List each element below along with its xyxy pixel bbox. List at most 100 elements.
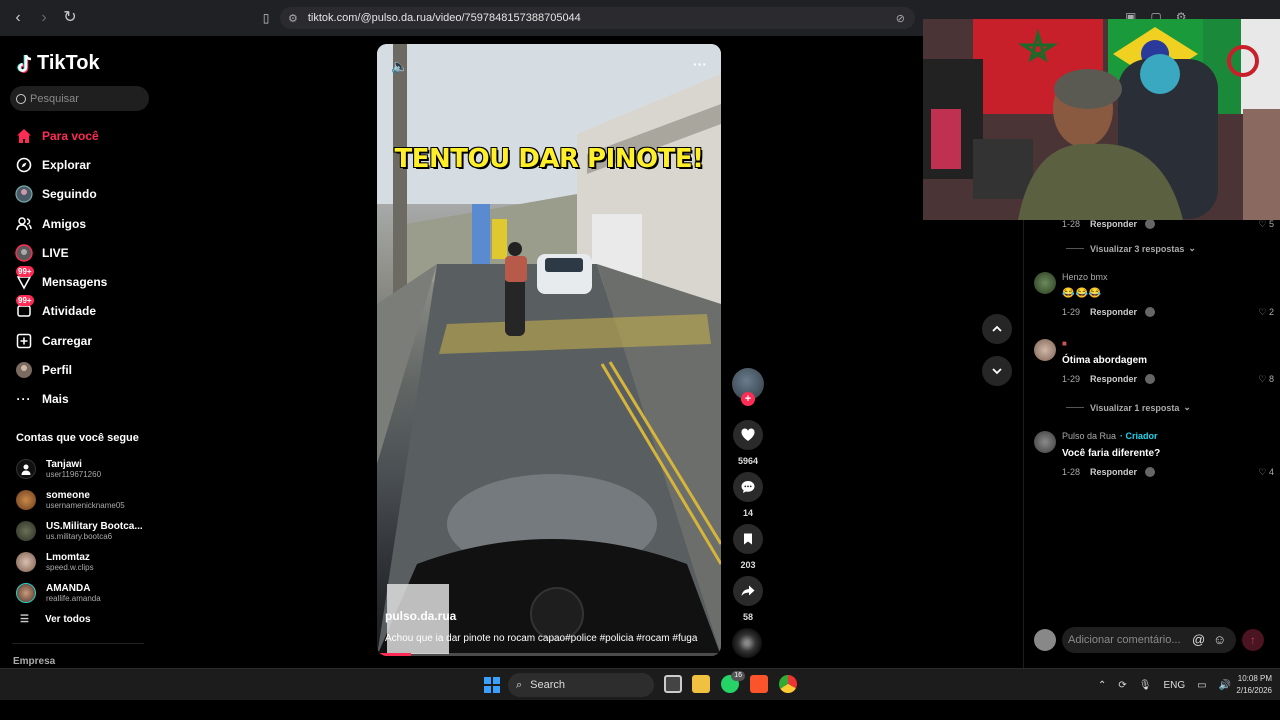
taskbar-search-label: Search bbox=[530, 679, 566, 691]
share-button[interactable] bbox=[733, 576, 763, 606]
comment-meta: 1-29 Responder ♡ 8 bbox=[1062, 373, 1274, 385]
creator-liked-avatar bbox=[1145, 307, 1156, 317]
following-account[interactable]: someone usernamenickname05 bbox=[16, 485, 143, 516]
comment-like-button[interactable]: ♡ 4 bbox=[1258, 467, 1274, 478]
like-button[interactable] bbox=[733, 420, 763, 450]
comment-button[interactable] bbox=[733, 472, 763, 502]
nav-label: Explorar bbox=[42, 157, 91, 172]
comment-composer: @ ☺ ↑ bbox=[1034, 627, 1270, 653]
video-player[interactable]: TENTOU DAR PINOTE! 🔈 ··· pulso.da.rua Ac… bbox=[377, 44, 721, 656]
avatar bbox=[1034, 629, 1056, 651]
view-replies-button[interactable]: Visualizar 1 resposta ⌄ bbox=[1066, 402, 1191, 413]
following-account[interactable]: Tanjawi user119671260 bbox=[16, 454, 143, 485]
comment-like-button[interactable]: ♡ 2 bbox=[1258, 307, 1274, 318]
language-indicator[interactable]: ENG bbox=[1163, 680, 1185, 691]
video-progress-bar[interactable] bbox=[377, 653, 721, 656]
divider bbox=[12, 643, 144, 644]
live-icon bbox=[14, 243, 34, 263]
brave-browser-icon[interactable] bbox=[750, 675, 768, 693]
reload-icon[interactable]: ↻ bbox=[60, 8, 80, 28]
sync-icon[interactable]: ⟳ bbox=[1118, 680, 1126, 691]
taskbar-search[interactable]: ⌕ Search bbox=[508, 673, 654, 697]
comment-count: 14 bbox=[742, 508, 753, 518]
divider bbox=[1066, 407, 1084, 408]
save-action: 203 bbox=[732, 524, 764, 570]
avatar[interactable] bbox=[1034, 431, 1056, 453]
forward-icon[interactable]: › bbox=[34, 8, 54, 28]
monitor-icon[interactable]: ▭ bbox=[1197, 680, 1206, 691]
search-icon bbox=[16, 93, 26, 104]
next-video-button[interactable] bbox=[982, 356, 1012, 386]
nav-seguindo[interactable]: Seguindo bbox=[14, 180, 107, 209]
video-description: Achou que ia dar pinote no rocam capao#p… bbox=[385, 633, 698, 644]
nav-para-voce[interactable]: Para você bbox=[14, 121, 107, 150]
site-info-icon[interactable]: ⚙ bbox=[288, 12, 298, 25]
comment-meta: 1-28 Responder ♡ 4 bbox=[1062, 466, 1274, 478]
whatsapp-badge: 16 bbox=[731, 671, 745, 681]
following-account[interactable]: Lmomtaz speed.w.clips bbox=[16, 546, 143, 577]
chevron-up-icon[interactable]: ⌃ bbox=[1098, 680, 1106, 691]
tiktok-logo[interactable]: TikTok bbox=[16, 52, 100, 75]
send-button[interactable]: ↑ bbox=[1242, 629, 1264, 651]
nav-mensagens[interactable]: 99+ Mensagens bbox=[14, 266, 107, 296]
reply-button[interactable]: Responder bbox=[1090, 219, 1137, 229]
file-explorer-icon[interactable] bbox=[692, 675, 710, 693]
footer-link-empresa[interactable]: Empresa bbox=[13, 656, 55, 667]
no-tracking-icon[interactable]: ⊘ bbox=[896, 12, 905, 25]
nav-label: Mais bbox=[42, 392, 69, 407]
save-button[interactable] bbox=[733, 524, 763, 554]
nav-perfil[interactable]: Perfil bbox=[14, 355, 107, 384]
comment-input[interactable] bbox=[1062, 627, 1236, 653]
comment-like-button[interactable]: ♡ 5 bbox=[1258, 219, 1274, 230]
previous-video-button[interactable] bbox=[982, 314, 1012, 344]
search-box[interactable]: Pesquisar bbox=[10, 86, 149, 111]
follow-plus-icon[interactable]: + bbox=[741, 392, 755, 406]
reply-button[interactable]: Responder bbox=[1090, 307, 1137, 317]
avatar bbox=[16, 551, 36, 572]
following-account[interactable]: AMANDA reallife.amanda bbox=[16, 577, 143, 608]
music-disc[interactable] bbox=[732, 628, 762, 658]
following-account[interactable]: US.Military Bootca... us.military.bootca6 bbox=[16, 516, 143, 547]
bookmark-icon[interactable]: ▯ bbox=[256, 8, 276, 28]
nav-live[interactable]: LIVE bbox=[14, 238, 107, 267]
avatar[interactable] bbox=[1034, 272, 1056, 294]
compass-icon bbox=[14, 155, 34, 175]
comment-username[interactable]: Pulso da Rua · Criador bbox=[1062, 431, 1274, 441]
windows-start-icon[interactable] bbox=[484, 677, 500, 693]
video-author[interactable]: pulso.da.rua bbox=[385, 609, 456, 623]
chevron-up-icon bbox=[992, 325, 1002, 332]
task-view-icon[interactable] bbox=[664, 675, 682, 693]
back-icon[interactable]: ‹ bbox=[8, 8, 28, 28]
see-all-label: Ver todos bbox=[44, 614, 91, 625]
mention-icon[interactable]: @ bbox=[1192, 632, 1205, 647]
view-replies-button[interactable]: Visualizar 3 respostas ⌄ bbox=[1066, 243, 1196, 254]
comment-like-button[interactable]: ♡ 8 bbox=[1258, 374, 1274, 385]
nav-mais[interactable]: ··· Mais bbox=[14, 385, 107, 414]
see-all-button[interactable]: ☰ Ver todos bbox=[20, 614, 91, 625]
nav-carregar[interactable]: Carregar bbox=[14, 326, 107, 355]
comment-username[interactable]: ■ bbox=[1062, 339, 1274, 348]
emoji-icon[interactable]: ☺ bbox=[1213, 632, 1226, 647]
nav-atividade[interactable]: 99+ Atividade bbox=[14, 295, 107, 326]
chrome-icon[interactable] bbox=[779, 675, 797, 693]
nav-explorar[interactable]: Explorar bbox=[14, 150, 107, 179]
more-options-icon[interactable]: ··· bbox=[693, 56, 707, 72]
more-icon: ··· bbox=[16, 392, 32, 407]
address-bar[interactable]: ⚙ tiktok.com/@pulso.da.rua/video/7597848… bbox=[280, 7, 915, 29]
following-list: Tanjawi user119671260 someone usernamenick… bbox=[16, 454, 143, 608]
avatar bbox=[16, 490, 36, 511]
creator-liked-avatar bbox=[1145, 219, 1156, 229]
activity-badge: 99+ bbox=[16, 295, 34, 307]
system-clock[interactable]: 10:08 PM 2/16/2026 bbox=[1228, 673, 1272, 697]
reply-button[interactable]: Responder bbox=[1090, 374, 1137, 384]
whatsapp-icon[interactable]: 16 bbox=[721, 671, 745, 693]
following-username: reallife.amanda bbox=[46, 593, 101, 603]
microphone-icon[interactable]: 🎙 bbox=[1139, 680, 1152, 691]
comment-username[interactable]: Henzo bmx bbox=[1062, 272, 1274, 282]
nav-amigos[interactable]: Amigos bbox=[14, 209, 107, 238]
reply-button[interactable]: Responder bbox=[1090, 467, 1137, 477]
volume-icon[interactable]: 🔈 bbox=[391, 58, 408, 75]
avatar[interactable] bbox=[1034, 339, 1056, 361]
view-replies-label: Visualizar 1 resposta bbox=[1090, 402, 1180, 413]
creator-avatar[interactable]: + bbox=[732, 368, 764, 406]
